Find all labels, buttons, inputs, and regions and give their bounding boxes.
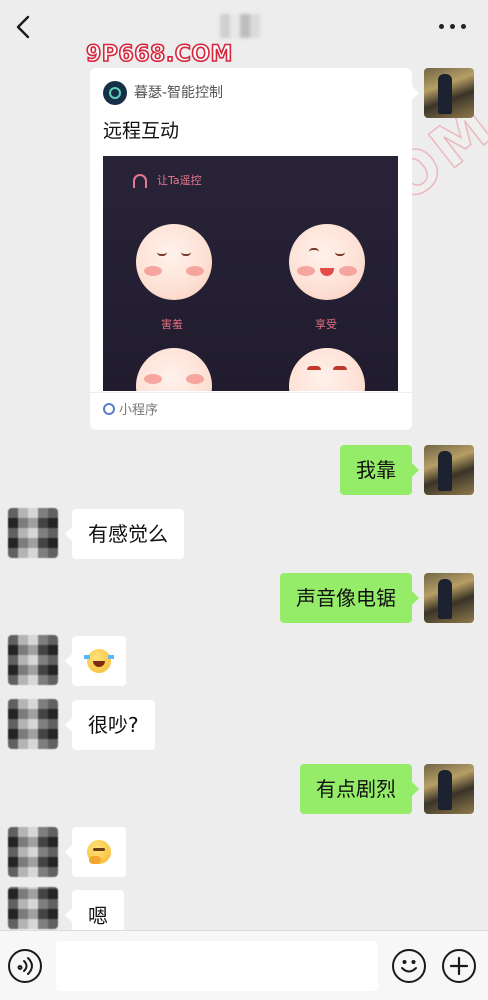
message-bubble-received[interactable]: 嗯 [65,890,124,930]
contact-avatar[interactable] [8,887,58,929]
laugh-cry-emoji-icon [84,649,114,673]
shy-face [136,224,212,300]
card-image-tag: 让Ta遥控 [157,174,202,187]
contact-avatar[interactable] [8,827,58,877]
my-avatar[interactable] [424,764,474,814]
message-bubble-emoji[interactable] [65,827,126,877]
remote-signal-icon [133,174,147,188]
back-arrow-icon[interactable] [10,12,38,42]
message-input[interactable] [56,941,378,991]
card-title: 远程互动 [103,120,180,142]
message-bubble-sent[interactable]: 声音像电锯 [280,573,419,623]
my-avatar[interactable] [424,573,474,623]
chat-header [0,0,488,56]
card-source: 暮瑟-智能控制 [134,85,224,101]
enjoy-face [289,224,365,300]
face-4 [289,348,365,391]
card-footer-label: 小程序 [119,403,159,418]
card-footer: 小程序 [103,401,158,421]
emoji-picker-icon[interactable] [392,949,426,983]
mini-program-card[interactable]: 暮瑟-智能控制 远程互动 让Ta遥控 害羞 享受 小程序 [90,68,419,430]
message-bubble-sent[interactable]: 我靠 [340,445,419,495]
my-avatar[interactable] [424,445,474,495]
chat-title [220,14,260,38]
face-3 [136,348,212,391]
mini-program-logo-icon [103,81,127,105]
contact-avatar[interactable] [8,635,58,685]
message-bubble-sent[interactable]: 有点剧烈 [300,764,419,814]
more-options-icon[interactable] [439,24,466,29]
thinking-emoji-icon [87,840,111,864]
message-bubble-emoji[interactable] [65,636,126,686]
voice-input-icon[interactable] [8,949,42,983]
contact-avatar[interactable] [8,699,58,749]
face-label-shy: 害羞 [161,318,183,331]
message-bubble-received[interactable]: 很吵? [65,700,155,750]
add-more-icon[interactable] [442,949,476,983]
my-avatar[interactable] [424,68,474,118]
face-label-enjoy: 享受 [315,318,337,331]
card-preview-image: 让Ta遥控 害羞 享受 [103,156,398,391]
message-bubble-received[interactable]: 有感觉么 [65,509,184,559]
watermark: 9P668.COM [85,41,233,68]
input-bar [0,930,488,1000]
mini-program-icon [103,403,115,415]
contact-avatar[interactable] [8,508,58,558]
